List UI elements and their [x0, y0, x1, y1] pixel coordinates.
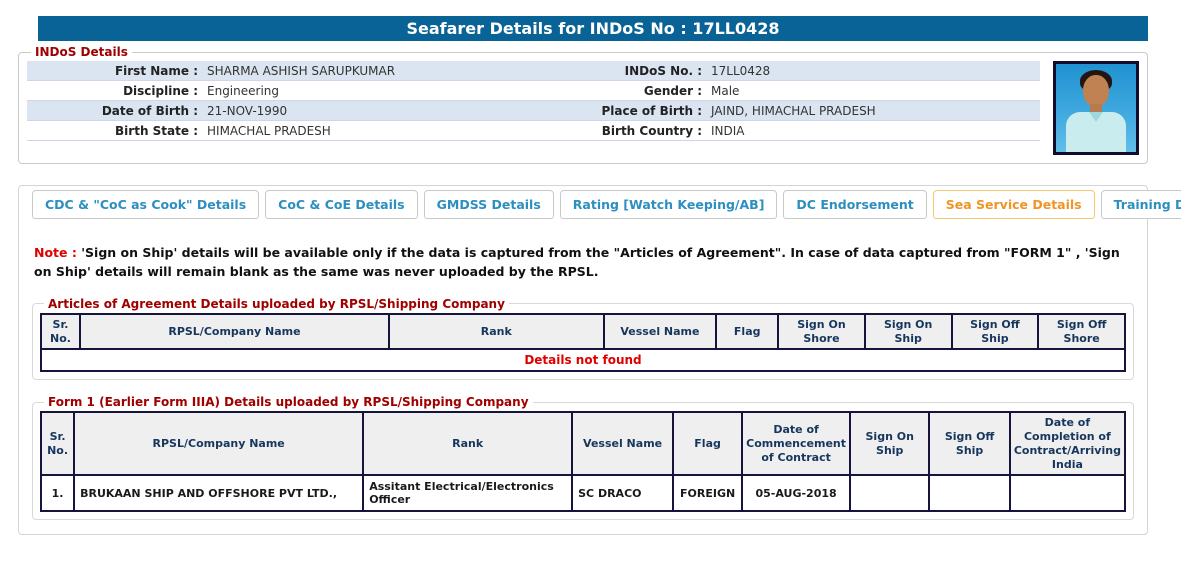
field-label: Gender :	[643, 83, 702, 98]
column-header: Sign Off Ship	[950, 312, 1040, 351]
tab-coc-coe-details[interactable]: CoC & CoE Details	[265, 190, 418, 219]
field-value: 21-NOV-1990	[207, 103, 288, 118]
seafarer-photo	[1053, 61, 1139, 155]
note-body: 'Sign on Ship' details will be available…	[34, 245, 1120, 280]
tab-dc-endorsement[interactable]: DC Endorsement	[783, 190, 927, 219]
table-cell	[849, 474, 931, 513]
tab-rating-watch-keeping-ab[interactable]: Rating [Watch Keeping/AB]	[559, 190, 778, 219]
column-header: Rank	[387, 312, 605, 351]
table-row: 1. BRUKAAN SHIP AND OFFSHORE PVT LTD., Ass…	[39, 474, 1127, 513]
agreement-table-header-row: Sr. No. RPSL/Company Name Rank Vessel Name F…	[39, 312, 1126, 351]
column-header: Sign On Shore	[777, 312, 866, 351]
column-header: RPSL/Company Name	[73, 411, 365, 477]
field-label: First Name :	[114, 63, 198, 78]
agreement-details-section: Articles of Agreement Details uploaded b…	[32, 296, 1134, 381]
tab-cdc-coc-as-cook-details[interactable]: CDC & "CoC as Cook" Details	[32, 190, 260, 219]
tab-training-details[interactable]: Training Details	[1100, 190, 1181, 219]
indos-details-section: INDoS Details First Name : SHARMA ASHISH …	[18, 45, 1148, 164]
field-value: INDIA	[711, 123, 745, 138]
field-value: JAIND, HIMACHAL PRADESH	[711, 103, 876, 118]
form1-table-header-row: Sr. No. RPSL/Company Name Rank Vessel Name F…	[39, 411, 1127, 477]
column-header: Flag	[672, 411, 744, 477]
field-label: Place of Birth :	[601, 103, 702, 118]
table-cell: FOREIGN	[672, 474, 744, 513]
tab-sea-service-details[interactable]: Sea Service Details	[932, 190, 1095, 219]
tab-label: Sea Service Details	[945, 197, 1082, 212]
indos-detail-row: Date of Birth : 21-NOV-1990 Place of Birth…	[27, 101, 1040, 121]
table-cell	[1008, 474, 1127, 513]
column-header: Flag	[715, 312, 780, 351]
indos-detail-row: First Name : SHARMA ASHISH SARUPKUMAR INDo…	[27, 61, 1040, 81]
field-label: INDoS No. :	[624, 63, 702, 78]
column-header: Sign On Ship	[849, 411, 931, 477]
field-value: SHARMA ASHISH SARUPKUMAR	[207, 63, 396, 78]
field-label: Discipline :	[123, 83, 198, 98]
sea-service-panel: CDC & "CoC as Cook" Details CoC & CoE Det…	[18, 185, 1181, 536]
column-header: Sr. No.	[39, 411, 76, 477]
tab-bar: CDC & "CoC as Cook" Details CoC & CoE Det…	[32, 190, 1181, 219]
page-title-bar: Seafarer Details for INDoS No : 17LL0428	[38, 16, 1148, 41]
form1-details-legend: Form 1 (Earlier Form IIIA) Details uploa…	[48, 395, 529, 410]
table-cell: 1.	[39, 474, 76, 513]
column-header: Rank	[362, 411, 574, 477]
form1-table: Sr. No. RPSL/Company Name Rank Vessel Name F…	[39, 411, 1127, 513]
column-header: Vessel Name	[602, 312, 718, 351]
table-cell	[928, 474, 1011, 513]
table-cell: Assitant Electrical/Electronics Officer	[362, 474, 574, 513]
table-cell: 05-AUG-2018	[741, 474, 852, 513]
table-cell: SC DRACO	[571, 474, 675, 513]
column-header: Date of Completion of Contract/Arriving …	[1008, 411, 1127, 477]
field-value: Engineering	[207, 83, 279, 98]
column-header: Date of Commencement of Contract	[741, 411, 852, 477]
agreement-table: Sr. No. RPSL/Company Name Rank Vessel Name F…	[39, 312, 1126, 373]
agreement-empty-row: Details not found	[40, 348, 1126, 373]
column-header: Vessel Name	[571, 411, 675, 477]
column-header: Sign Off Ship	[928, 411, 1011, 477]
tab-label: Rating [Watch Keeping/AB]	[572, 197, 765, 212]
tab-label: CoC & CoE Details	[278, 197, 405, 212]
column-header: RPSL/Company Name	[79, 312, 390, 351]
tab-label: GMDSS Details	[436, 197, 541, 212]
tab-label: CDC & "CoC as Cook" Details	[45, 197, 247, 212]
table-cell: BRUKAAN SHIP AND OFFSHORE PVT LTD.,	[73, 474, 365, 513]
indos-detail-row: Discipline : Engineering Gender : Male	[27, 81, 1040, 101]
indos-details-legend: INDoS Details	[35, 45, 128, 59]
column-header: Sr. No.	[39, 312, 82, 351]
form1-details-section: Form 1 (Earlier Form IIIA) Details uploa…	[32, 395, 1134, 521]
field-label: Birth State :	[115, 123, 198, 138]
tab-gmdss-details[interactable]: GMDSS Details	[423, 190, 554, 219]
page-title: Seafarer Details for INDoS No : 17LL0428	[406, 19, 780, 38]
note-label: Note :	[34, 245, 77, 260]
tab-label: DC Endorsement	[796, 197, 914, 212]
tab-label: Training Details	[1113, 197, 1181, 212]
field-value: 17LL0428	[711, 63, 771, 78]
column-header: Sign Off Shore	[1037, 312, 1126, 351]
no-details-message: Details not found	[40, 348, 1126, 373]
field-value: HIMACHAL PRADESH	[207, 123, 331, 138]
column-header: Sign On Ship	[863, 312, 953, 351]
note-text: Note : 'Sign on Ship' details will be av…	[34, 243, 1132, 282]
field-label: Birth Country :	[601, 123, 702, 138]
indos-detail-row: Birth State : HIMACHAL PRADESH Birth Count…	[27, 121, 1040, 141]
indos-detail-rows: First Name : SHARMA ASHISH SARUPKUMAR INDo…	[27, 61, 1040, 141]
field-value: Male	[711, 83, 740, 98]
agreement-details-legend: Articles of Agreement Details uploaded b…	[48, 296, 505, 311]
indos-details-body: First Name : SHARMA ASHISH SARUPKUMAR INDo…	[27, 59, 1139, 155]
field-label: Date of Birth :	[101, 103, 198, 118]
